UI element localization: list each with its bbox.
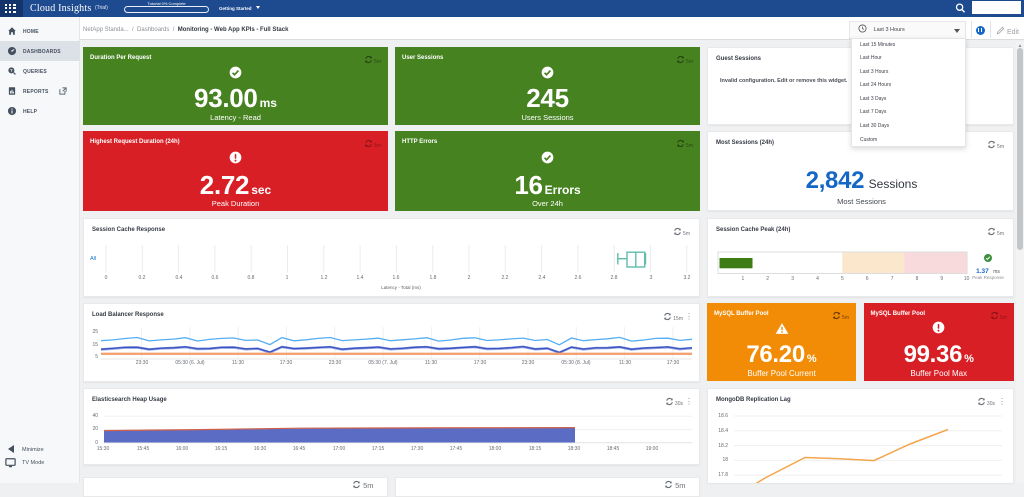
svg-text:?: ?	[10, 68, 13, 73]
